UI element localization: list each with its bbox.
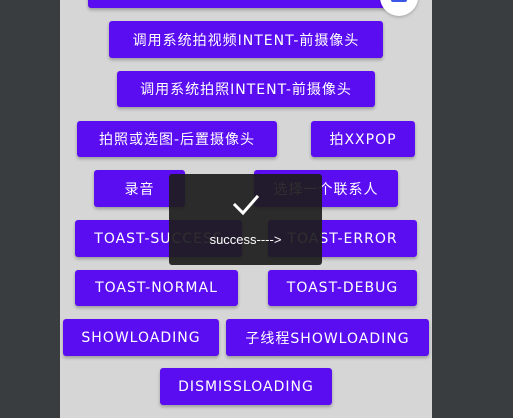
video-front-camera-button[interactable]: 调用系统拍视频INTENT-前摄像头: [109, 21, 383, 58]
toast-debug-button[interactable]: TOAST-DEBUG: [268, 270, 417, 306]
show-loading-button[interactable]: SHOWLOADING: [63, 319, 219, 356]
partial-top-button[interactable]: [88, 0, 388, 8]
fab-icon: [391, 0, 407, 2]
photo-or-pick-rear-button[interactable]: 拍照或选图-后置摄像头: [77, 121, 277, 157]
toast-normal-button[interactable]: TOAST-NORMAL: [75, 270, 238, 306]
toast-message: success---->: [209, 232, 282, 247]
success-toast: success---->: [169, 174, 322, 265]
thread-show-loading-button[interactable]: 子线程SHOWLOADING: [226, 319, 429, 356]
xxpop-button[interactable]: 拍XXPOP: [311, 121, 415, 157]
floating-action-button[interactable]: [380, 0, 418, 16]
check-icon: [169, 192, 322, 218]
dismiss-loading-button[interactable]: DISMISSLOADING: [160, 368, 332, 405]
photo-front-camera-button[interactable]: 调用系统拍照INTENT-前摄像头: [117, 71, 375, 107]
